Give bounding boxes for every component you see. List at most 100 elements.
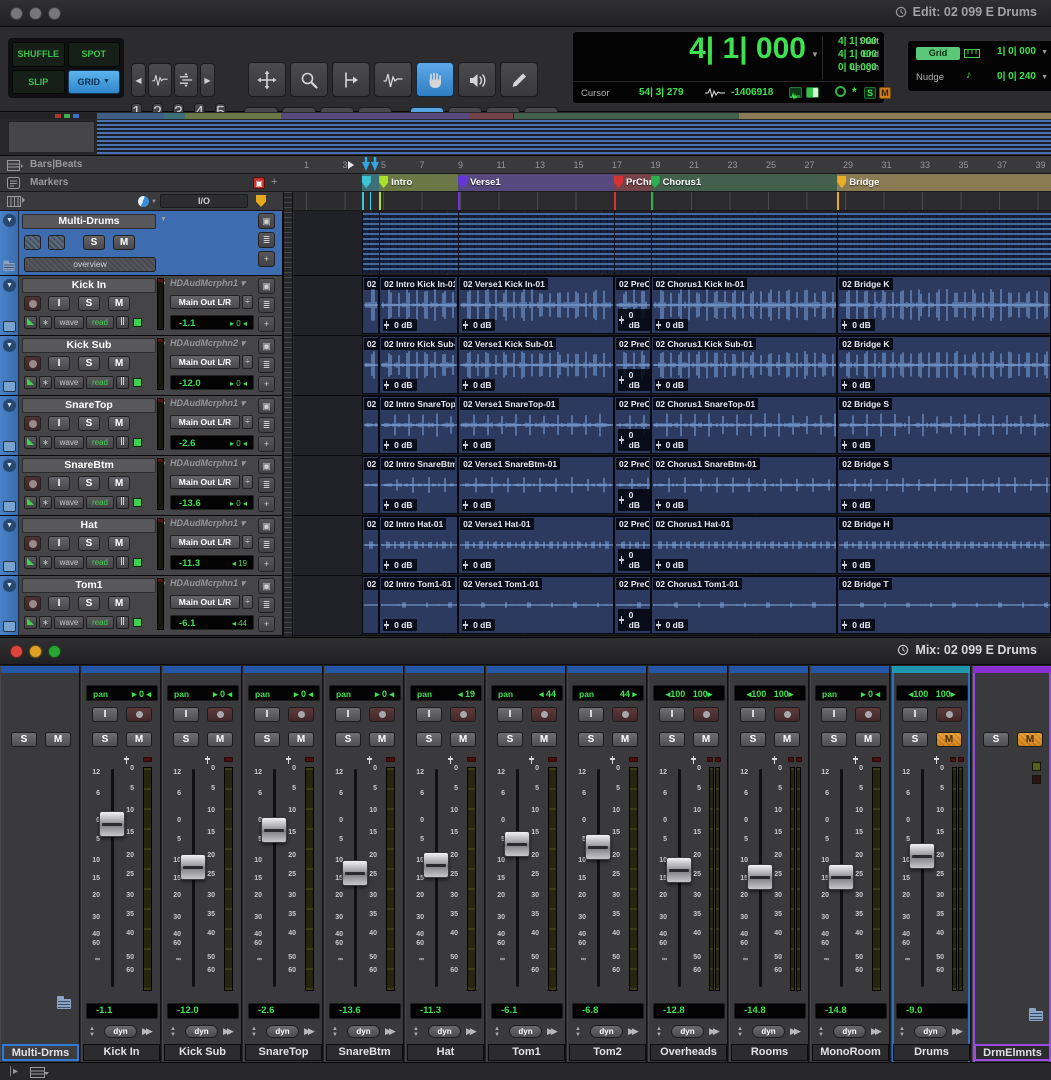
meter-view-button[interactable] xyxy=(116,556,129,569)
fader-nudge-spinner[interactable]: ▲ ▼ xyxy=(494,1026,500,1038)
input-path-selector[interactable]: HDAudMcrphn2 ▾ xyxy=(170,338,252,349)
meter-view-button[interactable] xyxy=(116,616,129,629)
track-header-hat[interactable]: ▼Hat▼ISM∗wavereadHDAudMcrphn1 ▾Main Out … xyxy=(0,516,283,575)
track-collapse-icon[interactable]: ▼ xyxy=(3,279,16,292)
automation-window-button[interactable]: ▣ xyxy=(258,398,275,414)
fader-nudge-spinner[interactable]: ▲ ▼ xyxy=(89,1026,95,1038)
record-arm-button[interactable] xyxy=(369,707,395,722)
expand-icon[interactable]: ∣▸ xyxy=(8,1066,18,1077)
clip-gain-badge[interactable]: 0 dB xyxy=(655,319,688,331)
input-monitor-button[interactable]: I xyxy=(902,707,928,722)
volume-fader[interactable] xyxy=(180,854,206,880)
comments-button[interactable]: ≣ xyxy=(258,597,275,613)
track-header-tom1[interactable]: ▼Tom1▼ISM∗wavereadHDAudMcrphn1 ▾Main Out… xyxy=(0,576,283,635)
audio-clip[interactable]: 02 Chorus1 Kick In-010 dB xyxy=(651,276,838,334)
audio-clip[interactable]: 02 I xyxy=(362,336,379,394)
post-fader-icon[interactable]: ▶▶ xyxy=(628,1026,636,1037)
input-monitor-button[interactable]: I xyxy=(173,707,199,722)
volume-fader[interactable] xyxy=(342,860,368,886)
dyn-insert-button[interactable]: dyn xyxy=(266,1025,299,1038)
record-arm-button[interactable] xyxy=(774,707,800,722)
output-pan-icon[interactable]: ÷ xyxy=(242,295,253,309)
clip-gain-badge[interactable]: 0 dB xyxy=(383,499,416,511)
mute-button[interactable]: M xyxy=(113,235,135,250)
mute-button[interactable]: M xyxy=(108,356,130,371)
playlist-view-button[interactable]: wave xyxy=(54,556,84,569)
minimize-button[interactable] xyxy=(29,645,42,658)
edit-mode-grid[interactable]: GRID▼ xyxy=(68,70,121,95)
input-monitor-button[interactable]: I xyxy=(48,416,70,431)
audio-clip[interactable]: 02 Verse1 Tom1-010 dB xyxy=(458,576,614,634)
insert-add-button[interactable]: + xyxy=(258,556,275,572)
meter-view-button[interactable] xyxy=(116,376,129,389)
input-monitor-button[interactable]: I xyxy=(48,596,70,611)
horizontal-zoom-button[interactable] xyxy=(148,63,172,97)
pan-view-arrow-icon[interactable]: ▼ xyxy=(151,199,157,205)
pan-display[interactable]: pan▸ 0 ◂ xyxy=(167,685,239,701)
clip-gain-badge[interactable]: 0 dB xyxy=(841,499,874,511)
dyn-insert-button[interactable]: dyn xyxy=(104,1025,137,1038)
mixer-strip-drums[interactable]: ◂100 100▸ISM12605101520304060∞0510152025… xyxy=(891,666,971,1062)
comments-button[interactable]: ≣ xyxy=(258,537,275,553)
elastic-audio-button[interactable]: ∗ xyxy=(39,376,52,389)
track-collapse-icon[interactable]: ▼ xyxy=(3,459,16,472)
overview-button[interactable]: overview xyxy=(24,257,156,272)
playlist-view-button[interactable]: wave xyxy=(54,496,84,509)
audio-clip[interactable]: 02 Bridge K0 dB xyxy=(837,276,1051,334)
output-pan-icon[interactable]: ÷ xyxy=(242,595,253,609)
track-select-strip[interactable]: ▼ xyxy=(0,456,19,515)
track-name[interactable]: Hat xyxy=(22,518,156,533)
volume-fader[interactable] xyxy=(909,843,935,869)
meter-view-button[interactable] xyxy=(116,316,129,329)
pan-display[interactable]: ◂100 100▸ xyxy=(734,685,806,701)
dyn-insert-button[interactable]: dyn xyxy=(833,1025,866,1038)
solo-button[interactable]: S xyxy=(78,536,100,551)
track-select-strip[interactable]: ▼ xyxy=(0,336,19,395)
record-arm-button[interactable] xyxy=(612,707,638,722)
output-path-selector[interactable]: Main Out L/R xyxy=(170,295,240,309)
clip-gain-badge[interactable]: 0 dB xyxy=(655,619,688,631)
post-fader-icon[interactable]: ▶▶ xyxy=(142,1026,150,1037)
track-list-icon[interactable] xyxy=(7,196,25,207)
timebase-button[interactable] xyxy=(24,316,37,329)
output-path-selector[interactable]: Main Out L/R xyxy=(170,415,240,429)
audio-clip[interactable]: 02 Intro Hat-010 dB xyxy=(379,516,458,574)
insert-add-button[interactable]: + xyxy=(258,251,275,267)
volume-fader[interactable] xyxy=(423,852,449,878)
mute-button[interactable]: M xyxy=(45,732,71,747)
pan-display[interactable]: pan44 ▸ xyxy=(572,685,644,701)
clip-gain-badge[interactable]: 0 dB xyxy=(462,619,495,631)
audio-clip[interactable]: 02 Intro Kick In-010 dB xyxy=(379,276,458,334)
record-arm-button[interactable] xyxy=(24,596,41,611)
mixer-strip-drmelmnts[interactable]: SMDrmElmnts xyxy=(972,666,1051,1062)
clip-gain-badge[interactable]: 0 dB xyxy=(383,379,416,391)
meter-view-button[interactable] xyxy=(116,436,129,449)
dyn-insert-button[interactable]: dyn xyxy=(509,1025,542,1038)
input-monitor-button[interactable]: I xyxy=(416,707,442,722)
record-arm-button[interactable] xyxy=(207,707,233,722)
insert-add-button[interactable]: + xyxy=(258,616,275,632)
track-header-snarebtm[interactable]: ▼SnareBtm▼ISM∗wavereadHDAudMcrphn1 ▾Main… xyxy=(0,456,283,515)
dyn-insert-button[interactable]: dyn xyxy=(752,1025,785,1038)
solo-button[interactable]: S xyxy=(78,296,100,311)
track-lane-tom1[interactable]: 02 I02 Intro Tom1-010 dB02 Verse1 Tom1-0… xyxy=(293,576,1051,635)
track-name[interactable]: SnareTop xyxy=(22,398,156,413)
playhead-icon[interactable] xyxy=(361,157,381,173)
solo-button[interactable]: S xyxy=(78,476,100,491)
record-arm-button[interactable] xyxy=(531,707,557,722)
clip-gain-badge[interactable]: 0 dB xyxy=(383,559,416,571)
automation-window-button[interactable]: ▣ xyxy=(258,578,275,594)
track-collapse-icon[interactable]: ▼ xyxy=(3,519,16,532)
solo-button[interactable]: S xyxy=(902,732,928,747)
volume-fader[interactable] xyxy=(99,811,125,837)
audio-clip[interactable]: 02 Chorus1 Hat-010 dB xyxy=(651,516,838,574)
clip-gain-badge[interactable]: 0 dB xyxy=(618,609,650,631)
input-monitor-button[interactable]: I xyxy=(335,707,361,722)
record-arm-button[interactable] xyxy=(24,536,41,551)
track-lane-snarebtm[interactable]: 02 I02 Intro SnareBtm-00 dB02 Verse1 Sna… xyxy=(293,456,1051,515)
mute-button[interactable]: M xyxy=(693,732,719,747)
strip-name[interactable]: SnareTop xyxy=(245,1044,322,1061)
volume-fader[interactable] xyxy=(747,864,773,890)
grid-dropdown-icon[interactable]: ▼ xyxy=(1041,49,1048,56)
post-fader-icon[interactable]: ▶▶ xyxy=(466,1026,474,1037)
